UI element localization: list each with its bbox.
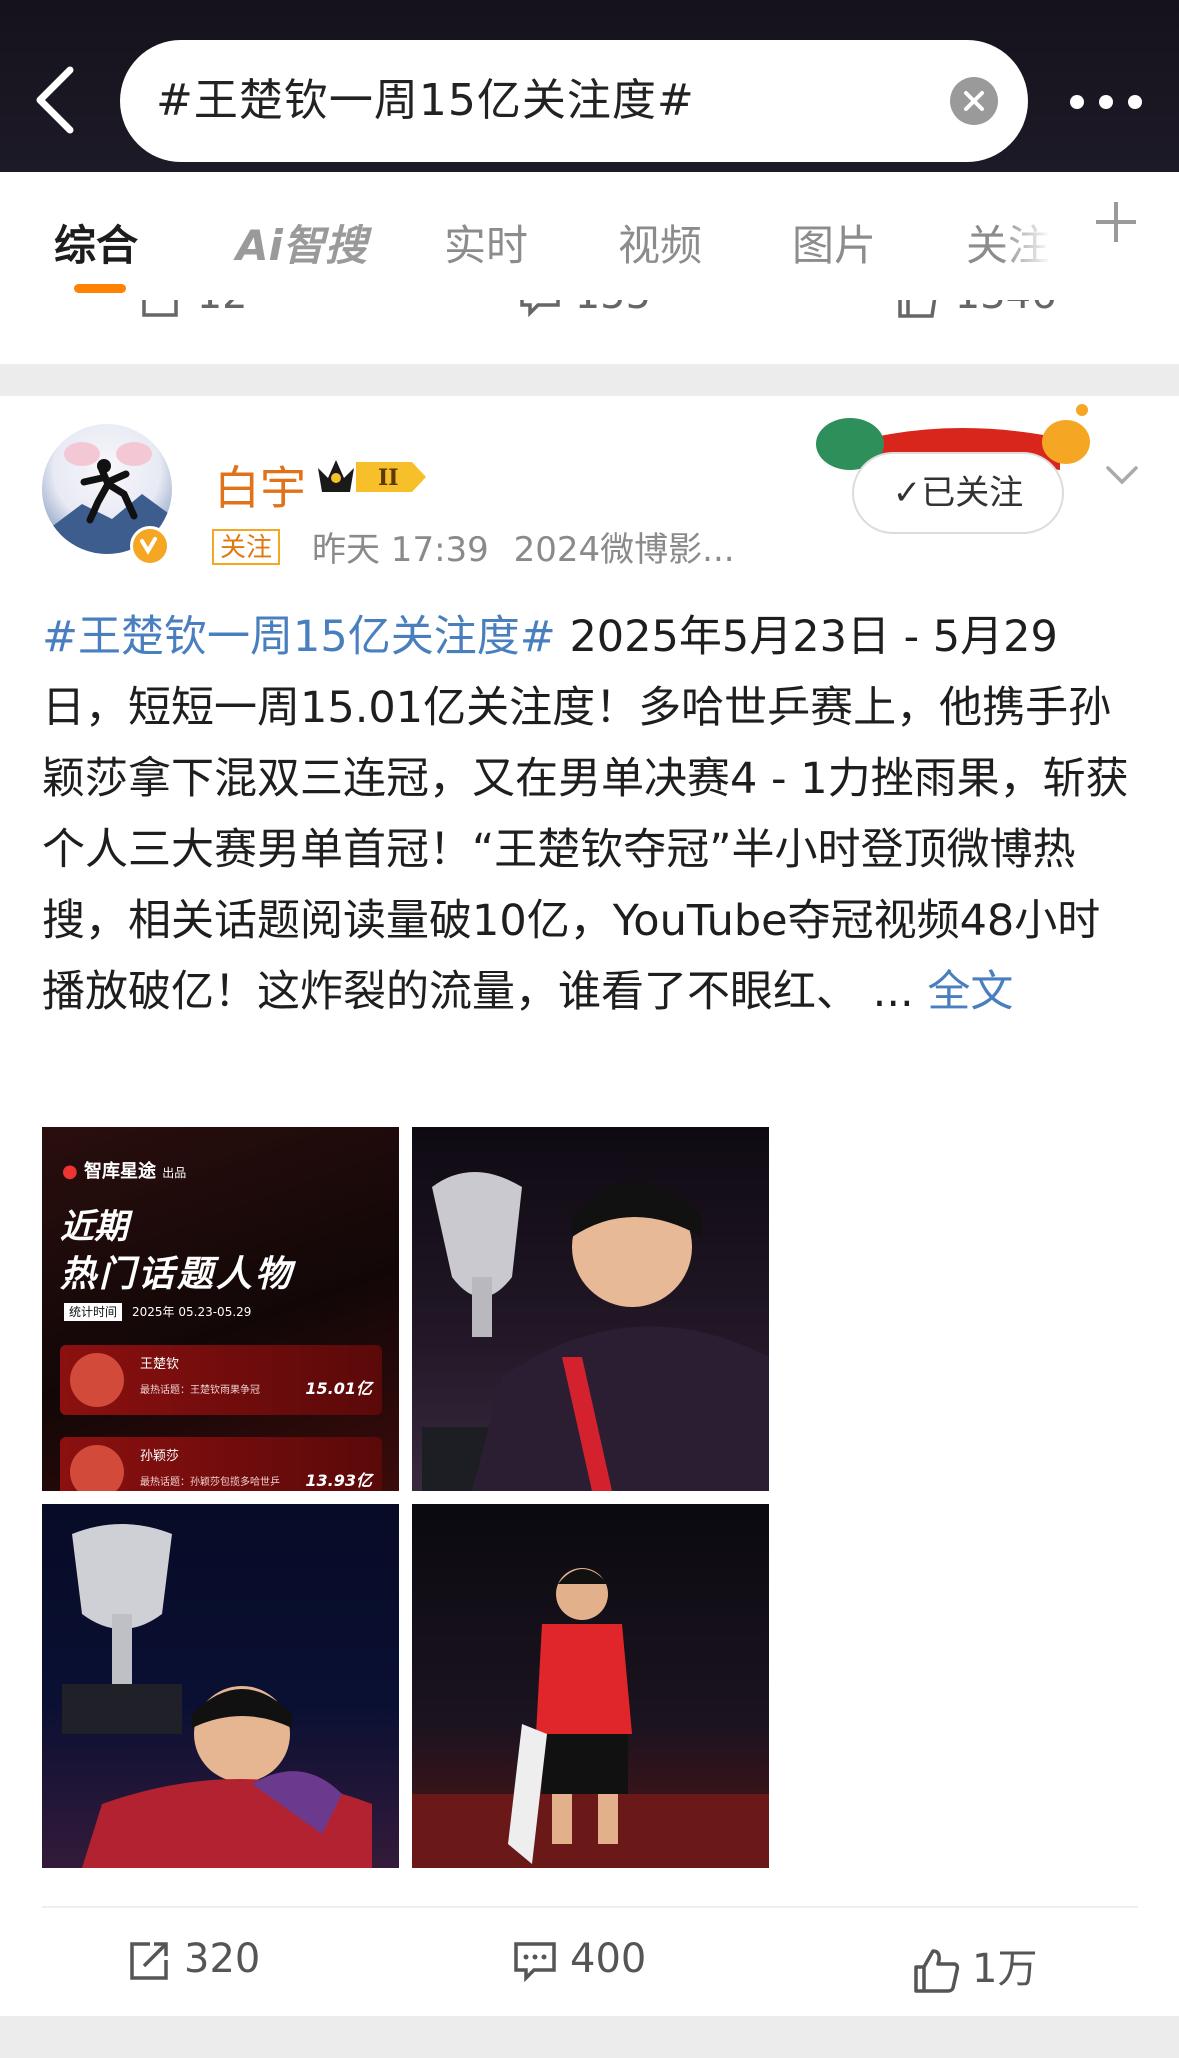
back-button[interactable] xyxy=(28,62,84,138)
more-options-button[interactable] xyxy=(1068,86,1148,116)
image-stat-range: 2025年 05.23-05.29 xyxy=(132,1305,252,1319)
post-image-4[interactable] xyxy=(412,1504,769,1868)
search-tabs: 综合 Ai智搜 实时 视频 图片 关注 xyxy=(0,172,1179,300)
comment-icon xyxy=(514,1942,556,1983)
image-title-2: 热门话题人物 xyxy=(60,1254,295,1295)
prev-repost-count: 12 xyxy=(197,300,248,318)
repost-button[interactable]: 320 xyxy=(126,1936,260,1984)
image-stat: 统计时间 2025年 05.23-05.29 xyxy=(64,1303,252,1321)
image-row-name: 王楚钦 xyxy=(140,1357,180,1372)
image-title-1: 近期 xyxy=(60,1207,128,1247)
top-bar: #王楚钦一周15亿关注度# xyxy=(0,0,1179,172)
comment-count: 400 xyxy=(570,1936,647,1982)
like-icon xyxy=(914,1949,960,1993)
followed-button[interactable]: ✓已关注 xyxy=(852,452,1064,534)
vip-crown-icon: II xyxy=(318,460,426,492)
post-body: 2025年5月23日 - 5月29日，短短一周15.01亿关注度！多哈世乒赛上，… xyxy=(42,612,1129,1017)
previous-post-actions: 12 155 1346 xyxy=(0,300,1179,364)
full-text-link[interactable]: 全文 xyxy=(927,967,1013,1017)
post-time: 昨天 17:39 xyxy=(312,530,489,570)
verified-badge-icon xyxy=(130,526,170,566)
like-icon xyxy=(898,300,937,318)
post-image-3[interactable] xyxy=(42,1504,399,1868)
search-input[interactable]: #王楚钦一周15亿关注度# xyxy=(120,40,1028,162)
tab-comprehensive[interactable]: 综合 xyxy=(54,212,138,273)
trophy-raise-photo xyxy=(62,1524,372,1868)
image-row: 孙颖莎 最热话题：孙颖莎包揽多哈世乒 13.93亿 xyxy=(60,1437,382,1491)
post-meta: 昨天 17:39 2024微博影... xyxy=(312,522,735,571)
image-row-value: 15.01亿 xyxy=(305,1379,372,1398)
like-button[interactable]: 1万 xyxy=(912,1936,1037,1995)
post-text: #王楚钦一周15亿关注度# 2025年5月23日 - 5月29日，短短一周15.… xyxy=(42,602,1142,1028)
image-row-avatar xyxy=(70,1353,124,1407)
post-card: 白宇 II 关注 昨天 17:39 2024微博影... ✓已关注 #王楚钦一周… xyxy=(0,396,1179,2016)
prev-comment-button[interactable]: 155 xyxy=(518,300,651,332)
prev-repost-button[interactable]: 12 xyxy=(140,300,248,332)
image-row-value: 13.93亿 xyxy=(305,1471,372,1490)
repost-icon xyxy=(142,300,178,317)
more-dots-icon xyxy=(1070,95,1084,109)
image-row-avatar xyxy=(70,1445,124,1491)
post-actions: 320 400 1万 xyxy=(42,1906,1138,2016)
chevron-down-icon[interactable] xyxy=(1104,460,1140,490)
chevron-left-icon xyxy=(36,66,74,134)
search-query: #王楚钦一周15亿关注度# xyxy=(156,75,695,126)
comment-icon xyxy=(520,300,560,318)
tab-video[interactable]: 视频 xyxy=(618,212,702,273)
image-brand-suffix: 出品 xyxy=(162,1166,187,1180)
post-source: 2024微博影... xyxy=(513,530,735,570)
trophy-kiss-photo xyxy=(422,1172,769,1491)
post-hashtag[interactable]: #王楚钦一周15亿关注度# xyxy=(42,612,556,662)
comment-button[interactable]: 400 xyxy=(512,1936,646,1984)
image-row-topic: 最热话题：王楚钦雨果争冠 xyxy=(140,1385,260,1396)
post-image-2[interactable] xyxy=(412,1127,769,1491)
repost-icon xyxy=(130,1942,168,1980)
tab-realtime[interactable]: 实时 xyxy=(444,212,528,273)
post-image-1[interactable]: ● 智库星途 出品 近期 热门话题人物 统计时间 2025年 05.23-05.2… xyxy=(42,1127,399,1491)
image-brand: ● 智库星途 出品 xyxy=(62,1161,187,1182)
more-dot xyxy=(1128,95,1142,109)
player-walking-photo xyxy=(412,1568,769,1868)
image-brand-name: 智库星途 xyxy=(84,1161,156,1182)
svg-text:II: II xyxy=(378,465,399,491)
like-count: 1万 xyxy=(972,1946,1038,1992)
follow-tag[interactable]: 关注 xyxy=(212,529,281,565)
feed-gap xyxy=(0,2016,1179,2058)
close-icon xyxy=(964,91,984,111)
active-tab-indicator xyxy=(74,284,126,293)
image-stat-label: 统计时间 xyxy=(64,1303,123,1321)
image-row-name: 孙颖莎 xyxy=(140,1449,180,1464)
clear-search-button[interactable] xyxy=(950,77,998,125)
image-row: 王楚钦 最热话题：王楚钦雨果争冠 15.01亿 xyxy=(60,1345,382,1415)
prev-comment-count: 155 xyxy=(575,300,651,318)
tab-ai-search[interactable]: Ai智搜 xyxy=(236,212,367,273)
image-row-topic: 最热话题：孙颖莎包揽多哈世乒 xyxy=(140,1477,280,1488)
add-tab-icon[interactable] xyxy=(1090,196,1142,248)
prev-like-count: 1346 xyxy=(955,300,1057,318)
author-name[interactable]: 白宇 xyxy=(214,452,306,518)
prev-like-button[interactable]: 1346 xyxy=(896,300,1057,332)
repost-count: 320 xyxy=(184,1936,261,1982)
tab-images[interactable]: 图片 xyxy=(792,212,876,273)
tab-fade xyxy=(1000,172,1060,300)
more-dot xyxy=(1099,95,1113,109)
